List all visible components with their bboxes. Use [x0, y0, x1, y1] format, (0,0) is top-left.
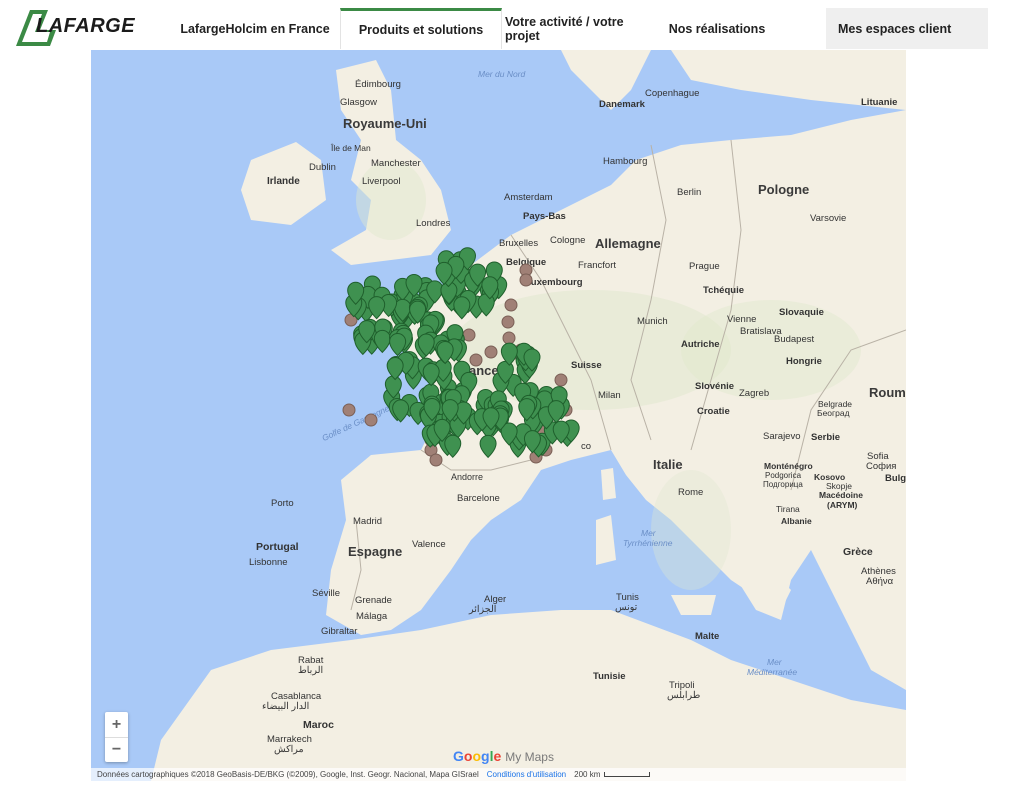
mymaps-label: My Maps	[505, 750, 554, 764]
scale-line	[604, 772, 651, 777]
scale-bar[interactable]: 200 km	[574, 770, 651, 779]
location-marker-green[interactable]	[422, 363, 440, 387]
location-marker-brown[interactable]	[501, 315, 515, 329]
nav-label: LafargeHolcim en France	[180, 21, 330, 36]
nav-lafargeholcim-france[interactable]: LafargeHolcim en France	[178, 8, 332, 49]
google-logo-letter: o	[472, 748, 482, 764]
location-marker-brown[interactable]	[429, 453, 443, 467]
scale-label: 200 km	[574, 770, 601, 779]
markers-layer	[342, 247, 580, 467]
zoom-out-button[interactable]: −	[105, 737, 128, 762]
attribution-text: Données cartographiques ©2018 GeoBasis-D…	[97, 770, 479, 779]
google-logo-letter: e	[493, 748, 502, 764]
nav-mes-espaces-client[interactable]: Mes espaces client	[826, 8, 988, 49]
site-header: LAFARGE LafargeHolcim en France Produits…	[0, 0, 1024, 50]
location-marker-brown[interactable]	[342, 403, 356, 417]
location-marker-brown[interactable]	[364, 413, 378, 427]
google-mymaps-logo: Google My Maps	[453, 748, 554, 764]
location-marker-brown[interactable]	[519, 273, 533, 287]
google-logo-letter: G	[453, 748, 464, 764]
nav-label: Mes espaces client	[838, 21, 952, 36]
location-marker-brown[interactable]	[502, 331, 516, 345]
location-marker-green[interactable]	[453, 296, 471, 320]
nav-label: Votre activité / votre projet	[505, 14, 624, 43]
zoom-in-button[interactable]: +	[105, 712, 128, 737]
location-marker-brown[interactable]	[469, 353, 483, 367]
map-view[interactable]: Mer du Nord Golfe de Gascogne Mer Tyrrhé…	[91, 50, 906, 781]
location-marker-green[interactable]	[386, 357, 404, 381]
google-logo-letter: g	[481, 748, 490, 764]
zoom-control: + −	[105, 712, 128, 762]
terms-link[interactable]: Conditions d'utilisation	[487, 770, 566, 779]
location-marker-green[interactable]	[479, 434, 497, 459]
nav-nos-realisations[interactable]: Nos réalisations	[664, 8, 770, 49]
nav-produits-solutions[interactable]: Produits et solutions	[340, 8, 502, 49]
location-marker-brown[interactable]	[484, 345, 498, 359]
logo-text: LAFARGE	[36, 15, 136, 37]
nav-label: Nos réalisations	[668, 21, 766, 36]
location-marker-brown[interactable]	[554, 373, 568, 387]
nav-label: Produits et solutions	[358, 23, 484, 37]
nav-votre-activite[interactable]: Votre activité / votre projet	[505, 8, 660, 49]
map-attribution-bar: Données cartographiques ©2018 GeoBasis-D…	[91, 768, 906, 781]
location-marker-brown[interactable]	[504, 298, 518, 312]
